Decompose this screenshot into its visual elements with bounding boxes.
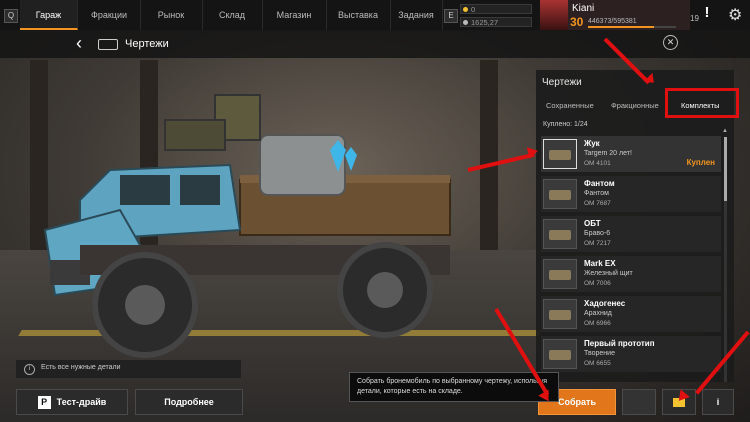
blueprint-thumbnail bbox=[543, 219, 577, 249]
parts-info-bar: i Есть все нужные детали bbox=[16, 360, 241, 378]
blueprint-power-score: ОМ 7687 bbox=[584, 200, 611, 207]
blueprint-status: Куплен bbox=[686, 158, 715, 167]
bought-count: Куплено: 1/24 bbox=[543, 121, 588, 128]
blueprint-subtitle: Творение bbox=[584, 350, 615, 357]
close-icon[interactable]: ✕ bbox=[663, 35, 678, 50]
blueprint-item[interactable]: Жук Targem 20 лет! ОМ 4101 Куплен bbox=[541, 136, 721, 172]
blueprint-item[interactable]: Mark EX Железный щит ОМ 7006 bbox=[541, 256, 721, 292]
panel-title: Чертежи bbox=[542, 77, 582, 88]
exp-bar bbox=[588, 26, 676, 28]
garage-pillar bbox=[480, 60, 498, 250]
player-profile[interactable]: Kiani 30 446373/595381 bbox=[540, 0, 690, 30]
vehicle-model[interactable] bbox=[40, 80, 460, 360]
player-exp: 446373/595381 bbox=[588, 18, 637, 25]
blueprint-thumbnail bbox=[543, 259, 577, 289]
resource-scrap-value: 1625,27 bbox=[471, 18, 499, 27]
blueprint-name: Жук bbox=[584, 139, 600, 148]
blueprint-power-score: ОМ 7006 bbox=[584, 280, 611, 287]
details-button[interactable]: Подробнее bbox=[135, 389, 243, 415]
blueprint-thumbnail bbox=[543, 339, 577, 369]
blueprint-item[interactable]: Фантом Фантом ОМ 7687 bbox=[541, 176, 721, 212]
truck-icon bbox=[98, 39, 118, 50]
key-hint-right: E bbox=[444, 9, 458, 23]
blueprint-name: Mark EX bbox=[584, 259, 616, 268]
tab-missions[interactable]: Задания bbox=[390, 0, 443, 30]
tab-garage[interactable]: Гараж bbox=[20, 0, 78, 30]
build-tooltip: Собрать бронемобиль по выбранному чертеж… bbox=[349, 372, 559, 402]
tab-exhibition[interactable]: Выставка bbox=[326, 0, 391, 30]
exclamation-icon[interactable]: ! bbox=[698, 4, 716, 26]
tab-saved[interactable]: Сохраненные bbox=[546, 101, 594, 110]
player-level: 30 bbox=[570, 15, 584, 29]
scroll-up-icon[interactable]: ▲ bbox=[722, 128, 728, 134]
blueprint-subtitle: Браво-6 bbox=[584, 230, 611, 237]
test-drive-label: Тест-драйв bbox=[56, 397, 107, 407]
blueprint-name: ОБТ bbox=[584, 219, 601, 228]
tab-storage[interactable]: Склад bbox=[202, 0, 263, 30]
tab-faction-blueprints[interactable]: Фракционные bbox=[611, 101, 659, 110]
tab-market[interactable]: Рынок bbox=[140, 0, 203, 30]
blueprint-thumbnail bbox=[543, 299, 577, 329]
blueprint-name: Первый прототип bbox=[584, 339, 655, 348]
tab-factions[interactable]: Фракции bbox=[78, 0, 141, 30]
gear-icon[interactable]: ⚙ bbox=[728, 5, 742, 25]
blueprint-item[interactable]: Первый прототип Творение ОМ 6655 bbox=[541, 336, 721, 372]
highlight-box bbox=[665, 88, 739, 118]
test-drive-button[interactable]: P Тест-драйв bbox=[16, 389, 128, 415]
test-drive-key: P bbox=[37, 396, 51, 410]
resource-coins-value: 0 bbox=[471, 5, 476, 14]
scrap-icon bbox=[463, 20, 468, 25]
info-icon: i bbox=[24, 364, 35, 375]
blueprint-name: Фантом bbox=[584, 179, 615, 188]
resource-coins[interactable]: 0 bbox=[460, 4, 532, 14]
blueprint-power-score: ОМ 7217 bbox=[584, 240, 611, 247]
blueprint-item[interactable]: Хадогенес Арахнид ОМ 6966 bbox=[541, 296, 721, 332]
blueprint-power-score: ОМ 6655 bbox=[584, 360, 611, 367]
disabled-button bbox=[622, 389, 656, 415]
blueprint-subtitle: Железный щит bbox=[584, 270, 633, 277]
blueprint-thumbnail bbox=[543, 139, 577, 169]
exp-bar-fill bbox=[588, 26, 654, 28]
tab-shop[interactable]: Магазин bbox=[262, 0, 327, 30]
avatar bbox=[540, 0, 568, 30]
parts-info-text: Есть все нужные детали bbox=[41, 364, 121, 371]
blueprint-name: Хадогенес bbox=[584, 299, 626, 308]
resource-scrap[interactable]: 1625,27 bbox=[460, 17, 532, 27]
scrollbar-thumb[interactable] bbox=[724, 137, 727, 201]
blueprint-power-score: ОМ 4101 bbox=[584, 160, 611, 167]
player-name: Kiani bbox=[572, 3, 595, 14]
info-button[interactable]: i bbox=[702, 389, 734, 415]
blueprint-item[interactable]: ОБТ Браво-6 ОМ 7217 bbox=[541, 216, 721, 252]
blueprint-thumbnail bbox=[543, 179, 577, 209]
coin-icon bbox=[463, 7, 468, 12]
blueprint-subtitle: Арахнид bbox=[584, 310, 612, 317]
page-title: Чертежи bbox=[125, 38, 169, 50]
panel-scrollbar[interactable] bbox=[724, 137, 727, 382]
blueprint-subtitle: Targem 20 лет! bbox=[584, 150, 632, 157]
key-hint-left: Q bbox=[4, 9, 18, 23]
blueprint-subtitle: Фантом bbox=[584, 190, 609, 197]
chevron-left-icon[interactable]: ‹ bbox=[76, 33, 82, 54]
blueprint-power-score: ОМ 6966 bbox=[584, 320, 611, 327]
